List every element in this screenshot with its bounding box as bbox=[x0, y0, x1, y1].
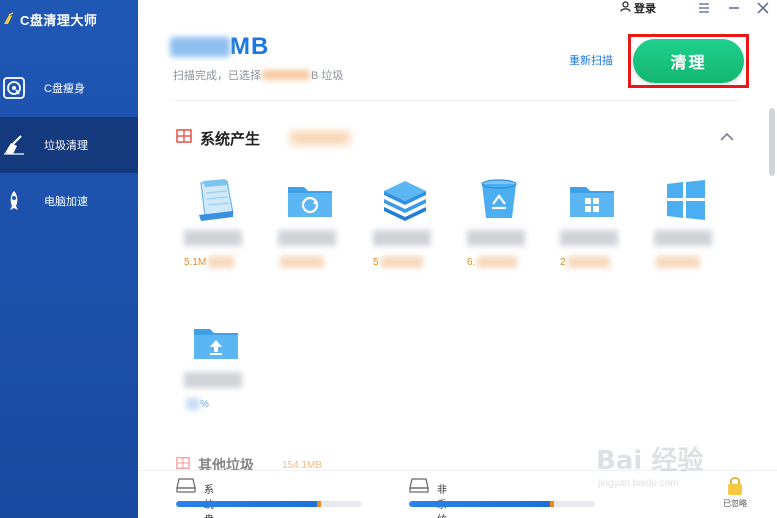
disk-slim-icon bbox=[2, 76, 26, 100]
menu-icon[interactable] bbox=[694, 0, 714, 16]
scan-summary-text: 扫描完成，已选择 B 垃圾 bbox=[173, 67, 343, 83]
folder-windows-icon bbox=[568, 178, 616, 222]
sidebar-item-c-slim[interactable]: C盘瘦身 bbox=[0, 60, 138, 116]
disk-footer: 系统盘 非系统盘 bbox=[138, 470, 777, 518]
disk-usage-bar bbox=[176, 501, 362, 507]
disk-usage-marker bbox=[550, 501, 554, 507]
broom-icon bbox=[2, 133, 26, 157]
lock-icon bbox=[726, 476, 744, 498]
tile-size: 2 bbox=[560, 256, 610, 268]
summary-suffix: B 垃圾 bbox=[311, 70, 344, 82]
ignored-label: 已忽略 bbox=[723, 499, 747, 508]
folder-upload-icon bbox=[192, 320, 240, 364]
disk-label: 非系统盘 bbox=[437, 485, 447, 518]
hard-drive-icon bbox=[176, 477, 196, 493]
junk-tile[interactable]: 2 bbox=[560, 178, 620, 278]
app-title: C盘清理大师 bbox=[20, 12, 98, 28]
sidebar-item-label: 垃圾清理 bbox=[44, 140, 88, 152]
recycle-bin-icon bbox=[475, 178, 523, 222]
app-brand: C盘清理大师 bbox=[0, 8, 138, 30]
close-icon[interactable] bbox=[753, 0, 773, 16]
junk-tile[interactable]: % bbox=[184, 320, 244, 420]
tile-name-redacted bbox=[278, 230, 336, 246]
summary-size-redacted bbox=[262, 70, 310, 80]
notepad-icon bbox=[192, 178, 240, 222]
minimize-icon[interactable] bbox=[724, 0, 744, 16]
tile-name-redacted bbox=[184, 372, 242, 388]
junk-tile[interactable] bbox=[654, 178, 714, 278]
junk-tile[interactable] bbox=[278, 178, 338, 278]
tile-name-redacted bbox=[184, 230, 242, 246]
scrollbar-thumb[interactable] bbox=[769, 108, 775, 176]
section-header-system: 系统产生 bbox=[176, 126, 351, 150]
app-window: C盘清理大师 C盘瘦身 垃圾清理 电脑加速 登录 MB 扫描完成，已选择 B 垃… bbox=[0, 0, 777, 518]
size-redacted bbox=[170, 37, 230, 57]
disk-usage-fill bbox=[176, 501, 321, 507]
divider bbox=[170, 100, 740, 101]
size-unit: MB bbox=[230, 33, 270, 60]
tile-name-redacted bbox=[467, 230, 525, 246]
windows-small-icon bbox=[176, 128, 192, 149]
layers-icon bbox=[381, 178, 429, 222]
tile-size: 5 bbox=[373, 256, 423, 268]
disk-usage-marker bbox=[317, 501, 321, 507]
tile-size: 6. bbox=[467, 256, 517, 268]
login-label: 登录 bbox=[634, 3, 656, 15]
tile-name-redacted bbox=[654, 230, 712, 246]
junk-tile[interactable]: 5.1M bbox=[184, 178, 244, 278]
clean-button[interactable]: 清理 bbox=[633, 39, 744, 83]
junk-tile[interactable]: 5 bbox=[373, 178, 433, 278]
tile-name-redacted bbox=[560, 230, 618, 246]
sidebar-item-junk-clean[interactable]: 垃圾清理 bbox=[0, 117, 138, 173]
disk-label: 系统盘 bbox=[204, 485, 214, 518]
junk-tile[interactable]: 6. bbox=[467, 178, 527, 278]
tile-size bbox=[654, 256, 704, 268]
section-size: 154.1MB bbox=[282, 459, 323, 471]
sidebar-item-label: 电脑加速 bbox=[44, 196, 88, 208]
summary-prefix: 扫描完成，已选择 bbox=[173, 70, 261, 82]
tile-size: % bbox=[184, 398, 234, 410]
disk-usage-fill bbox=[409, 501, 554, 507]
sidebar-item-label: C盘瘦身 bbox=[44, 83, 85, 95]
disk-usage-bar bbox=[409, 501, 595, 507]
ignored-items-button[interactable]: 已忽略 bbox=[715, 476, 755, 516]
tile-name-redacted bbox=[373, 230, 431, 246]
sidebar: C盘清理大师 C盘瘦身 垃圾清理 电脑加速 bbox=[0, 0, 138, 518]
hard-drive-icon bbox=[409, 477, 429, 493]
login-button[interactable]: 登录 bbox=[620, 0, 656, 16]
scan-total-size: MB bbox=[170, 33, 269, 61]
sidebar-item-pc-speedup[interactable]: 电脑加速 bbox=[0, 173, 138, 229]
tile-size: 5.1M bbox=[184, 256, 234, 268]
section-title: 系统产生 bbox=[200, 130, 261, 148]
tile-size bbox=[278, 256, 328, 268]
folder-sync-icon bbox=[286, 178, 334, 222]
rescan-link[interactable]: 重新扫描 bbox=[569, 52, 613, 68]
section-size-redacted bbox=[290, 131, 351, 145]
rocket-icon bbox=[2, 189, 26, 213]
broom-logo-icon bbox=[2, 12, 16, 26]
windows-icon bbox=[662, 178, 710, 222]
chevron-up-icon[interactable] bbox=[717, 128, 737, 144]
user-icon bbox=[620, 1, 631, 15]
